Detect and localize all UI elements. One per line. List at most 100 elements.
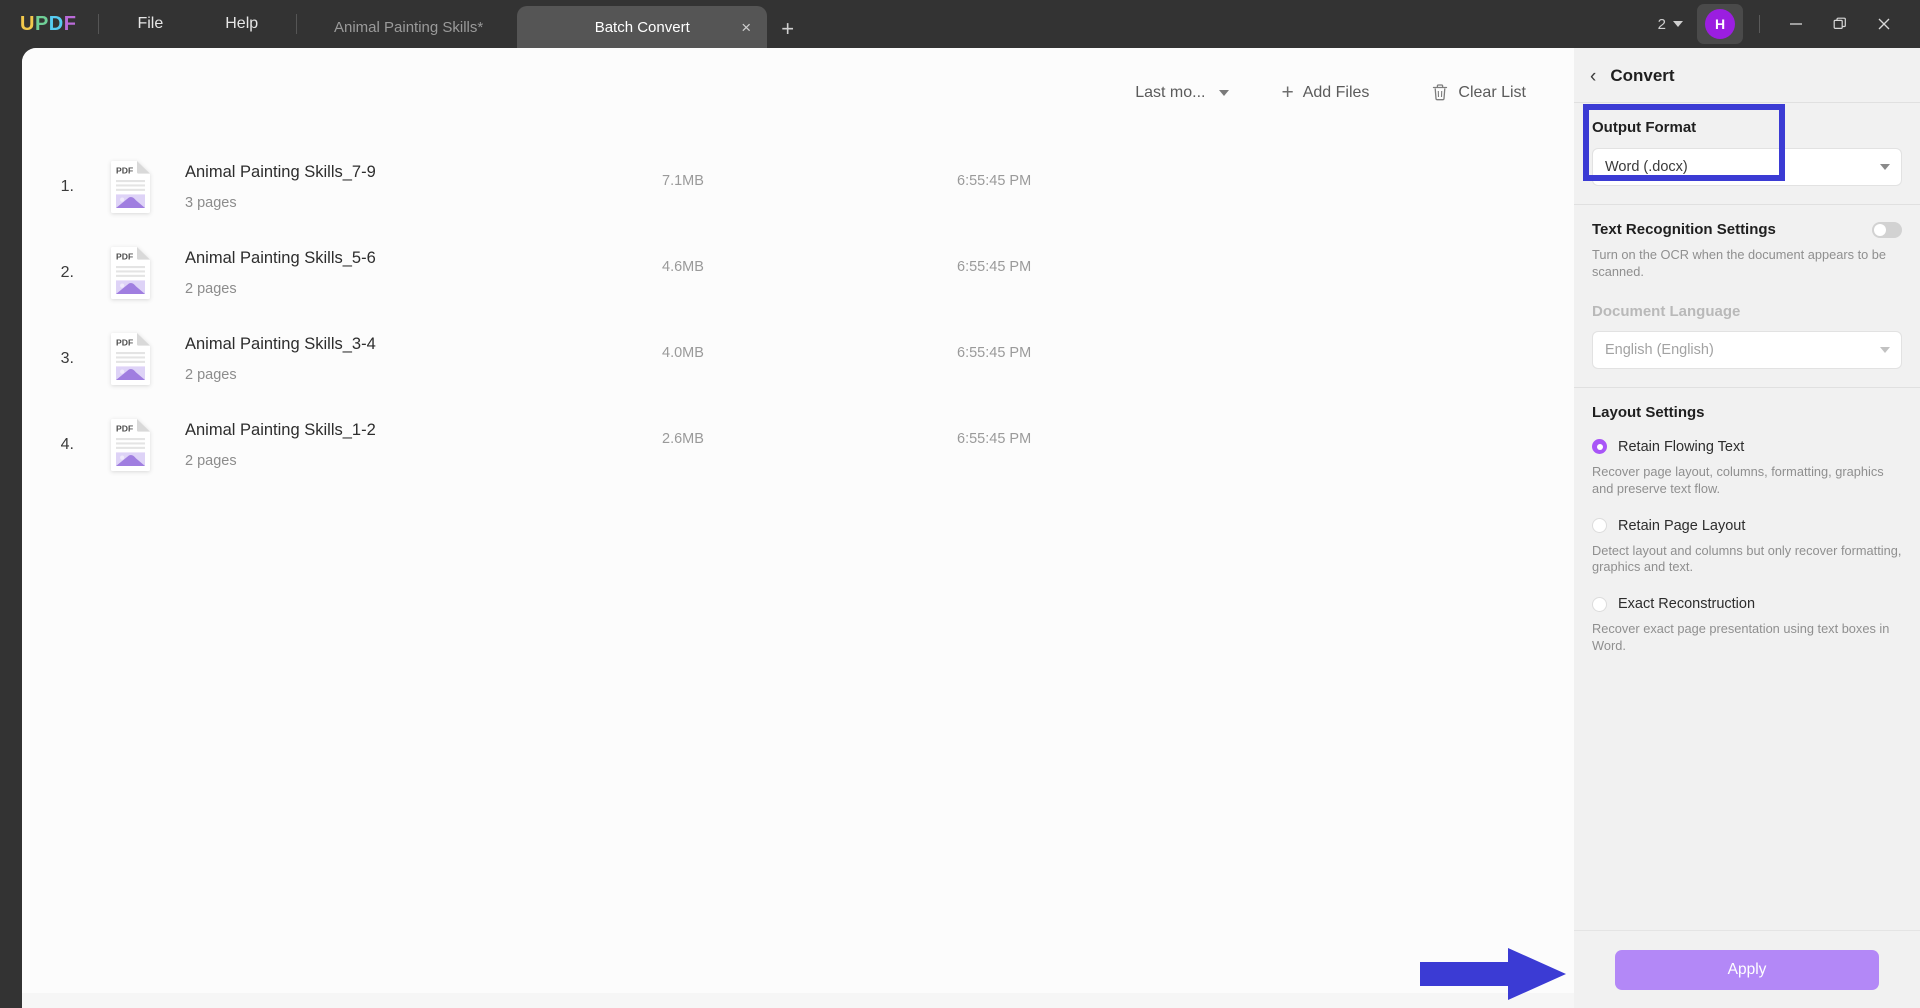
layout-option-hint: Recover page layout, columns, formatting…: [1592, 463, 1884, 496]
close-icon: [1878, 18, 1890, 30]
menu-file[interactable]: File: [121, 11, 179, 37]
tab-label: Animal Painting Skills*: [334, 18, 484, 36]
layout-settings-group: Layout Settings Retain Flowing Text Reco…: [1574, 388, 1920, 655]
layout-option: Exact Reconstruction Recover exact page …: [1592, 596, 1902, 655]
close-tab-icon[interactable]: ×: [741, 19, 751, 36]
logo-letter-f: F: [63, 12, 77, 35]
layout-option: Retain Flowing Text Recover page layout,…: [1592, 439, 1902, 498]
output-format-label: Output Format: [1592, 119, 1697, 136]
file-name: Animal Painting Skills_3-4: [185, 335, 376, 353]
tab-animal-painting-skills[interactable]: Animal Painting Skills*: [300, 6, 517, 48]
file-time: 6:55:45 PM: [957, 259, 1032, 275]
layout-option-hint: Recover exact page presentation using te…: [1592, 621, 1890, 654]
file-list-toolbar: Last mo... + Add Files Clear List: [1123, 74, 1540, 111]
logo-letter-p: P: [34, 12, 49, 35]
content-area: Last mo... + Add Files Clear List 1. PDF…: [22, 48, 1920, 1008]
file-pages: 3 pages: [185, 195, 237, 211]
apply-bar: Apply: [1574, 930, 1920, 1008]
radio-unselected-icon[interactable]: [1592, 596, 1607, 612]
layout-option-list: Retain Flowing Text Recover page layout,…: [1592, 439, 1902, 655]
add-files-button[interactable]: + Add Files: [1267, 74, 1383, 111]
file-name: Animal Painting Skills_7-9: [185, 163, 376, 181]
row-index: 3.: [60, 350, 74, 367]
svg-text:PDF: PDF: [116, 338, 133, 348]
convert-settings-panel: ‹ Convert Output Format Word (.docx) Tex…: [1574, 48, 1920, 1008]
row-index: 1.: [60, 178, 74, 195]
layout-radio-2[interactable]: Exact Reconstruction: [1592, 596, 1902, 612]
file-pages: 2 pages: [185, 453, 237, 469]
layout-option-label: Retain Flowing Text: [1618, 438, 1745, 455]
add-files-label: Add Files: [1302, 83, 1370, 101]
minimize-icon: [1790, 23, 1802, 25]
file-size: 4.6MB: [662, 259, 704, 275]
panel-title: Convert: [1610, 66, 1675, 85]
updf-window: U P D F File Help Animal Painting Skills…: [0, 0, 1920, 1008]
document-language-select[interactable]: English (English): [1592, 330, 1902, 369]
chevron-down-icon: [1673, 21, 1683, 27]
titlebar-left-group: U P D F File Help: [0, 0, 319, 48]
titlebar-right-group: 2 H: [1658, 0, 1920, 48]
account-button[interactable]: H: [1697, 4, 1743, 44]
document-language-value: English (English): [1605, 341, 1714, 358]
radio-unselected-icon[interactable]: [1592, 518, 1607, 534]
table-row[interactable]: 4. PDF Animal Painting Skills_1-2 2 page…: [22, 402, 1574, 488]
tab-count-dropdown[interactable]: 2: [1658, 16, 1683, 33]
toggle-knob: [1874, 223, 1886, 236]
svg-text:PDF: PDF: [116, 424, 133, 434]
output-format-select[interactable]: Word (.docx): [1592, 148, 1902, 186]
chevron-down-icon: [1880, 164, 1890, 170]
titlebar-divider-2: [296, 14, 298, 34]
table-row[interactable]: 3. PDF Animal Painting Skills_3-4 2 page…: [22, 316, 1574, 402]
chevron-down-icon: [1219, 89, 1230, 96]
pdf-file-icon: PDF: [111, 161, 150, 213]
svg-text:PDF: PDF: [116, 166, 133, 176]
clear-list-label: Clear List: [1458, 83, 1526, 101]
table-row[interactable]: 1. PDF Animal Painting Skills_7-9 3 page…: [22, 144, 1574, 230]
file-info: Animal Painting Skills_5-6 2 pages: [185, 249, 376, 297]
radio-selected-icon[interactable]: [1592, 439, 1607, 455]
file-pages: 2 pages: [185, 367, 237, 383]
sort-label: Last mo...: [1135, 83, 1206, 101]
layout-radio-0[interactable]: Retain Flowing Text: [1592, 439, 1902, 455]
file-size: 7.1MB: [662, 173, 704, 189]
layout-option: Retain Page Layout Detect layout and col…: [1592, 518, 1902, 577]
layout-radio-1[interactable]: Retain Page Layout: [1592, 518, 1902, 534]
tab-bar: Animal Painting Skills* Batch Convert × …: [300, 0, 808, 48]
sort-dropdown[interactable]: Last mo...: [1123, 76, 1241, 110]
output-format-value: Word (.docx): [1605, 159, 1688, 175]
file-size: 2.6MB: [662, 431, 704, 447]
document-language-label: Document Language: [1592, 302, 1741, 320]
title-bar: U P D F File Help Animal Painting Skills…: [0, 0, 1920, 48]
apply-button[interactable]: Apply: [1615, 949, 1879, 990]
maximize-button[interactable]: [1818, 4, 1862, 44]
close-button[interactable]: [1862, 4, 1906, 44]
trash-icon: [1433, 84, 1448, 101]
file-size: 4.0MB: [662, 345, 704, 361]
text-recognition-hint: Turn on the OCR when the document appear…: [1592, 247, 1887, 279]
avatar: H: [1705, 9, 1735, 39]
back-chevron-icon[interactable]: ‹: [1590, 67, 1596, 86]
menu-help[interactable]: Help: [209, 11, 274, 37]
svg-text:PDF: PDF: [116, 252, 133, 262]
ocr-toggle[interactable]: [1872, 221, 1902, 238]
file-rows: 1. PDF Animal Painting Skills_7-9 3 page…: [22, 144, 1574, 488]
logo-letter-d: D: [48, 12, 64, 35]
layout-option-label: Retain Page Layout: [1618, 517, 1746, 534]
minimize-button[interactable]: [1774, 4, 1818, 44]
table-row[interactable]: 2. PDF Animal Painting Skills_5-6 2 page…: [22, 230, 1574, 316]
layout-settings-label: Layout Settings: [1592, 403, 1705, 421]
logo-letter-u: U: [20, 12, 35, 35]
clear-list-button[interactable]: Clear List: [1417, 75, 1540, 110]
file-name: Animal Painting Skills_1-2: [185, 421, 376, 439]
pdf-file-icon: PDF: [111, 419, 150, 471]
text-recognition-group: Text Recognition Settings Turn on the OC…: [1574, 205, 1920, 387]
row-index: 4.: [60, 436, 74, 453]
file-name: Animal Painting Skills_5-6: [185, 249, 376, 267]
text-recognition-label: Text Recognition Settings: [1592, 221, 1776, 238]
new-tab-icon[interactable]: +: [767, 18, 808, 48]
tab-count-value: 2: [1657, 15, 1666, 33]
tab-batch-convert[interactable]: Batch Convert ×: [517, 6, 768, 48]
row-index: 2.: [60, 264, 74, 281]
layout-option-label: Exact Reconstruction: [1618, 596, 1756, 613]
layout-option-hint: Detect layout and columns but only recov…: [1592, 542, 1902, 575]
